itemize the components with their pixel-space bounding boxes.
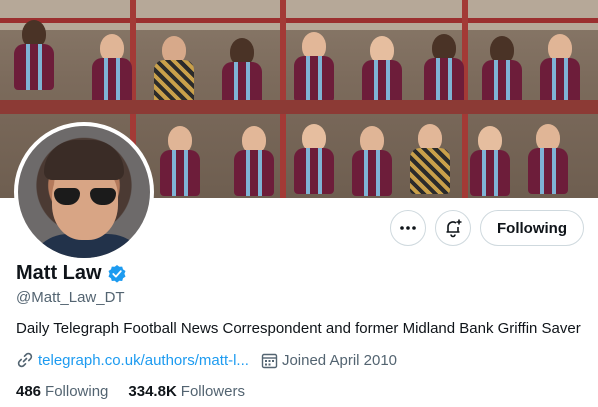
calendar-icon <box>261 353 278 368</box>
banner-post <box>280 0 286 198</box>
notifications-button[interactable] <box>435 210 471 246</box>
profile-handle: @Matt_Law_DT <box>16 289 125 306</box>
following-count: 486 <box>16 383 42 400</box>
link-icon <box>17 352 33 368</box>
avatar[interactable] <box>14 122 154 262</box>
following-count-link[interactable]: 486 Following <box>16 383 108 400</box>
bell-plus-icon <box>446 219 462 238</box>
profile-bio: Daily Telegraph Football News Correspond… <box>16 320 581 337</box>
banner-wall <box>0 0 598 30</box>
avatar-hair <box>44 140 124 180</box>
verified-badge-icon <box>108 264 126 283</box>
more-button[interactable] <box>390 210 426 246</box>
followers-count-link[interactable]: 334.8K Followers <box>128 383 245 400</box>
following-button[interactable]: Following <box>480 210 584 246</box>
banner-rail-top <box>0 18 598 23</box>
sunglasses-icon <box>54 188 116 206</box>
profile-name-row: Matt Law <box>16 262 127 285</box>
followers-count: 334.8K <box>128 383 177 400</box>
profile-stats: 486 Following 334.8K Followers <box>16 383 265 400</box>
followers-label: Followers <box>180 383 245 400</box>
profile-meta: telegraph.co.uk/authors/matt-l... Joined… <box>16 351 397 369</box>
profile-website-link[interactable]: telegraph.co.uk/authors/matt-l... <box>38 352 249 369</box>
profile-name: Matt Law <box>16 262 102 284</box>
following-label: Following <box>45 383 109 400</box>
profile-joined-date: Joined April 2010 <box>281 351 398 369</box>
more-dots-icon <box>400 226 416 230</box>
banner-rail-mid <box>0 100 598 114</box>
